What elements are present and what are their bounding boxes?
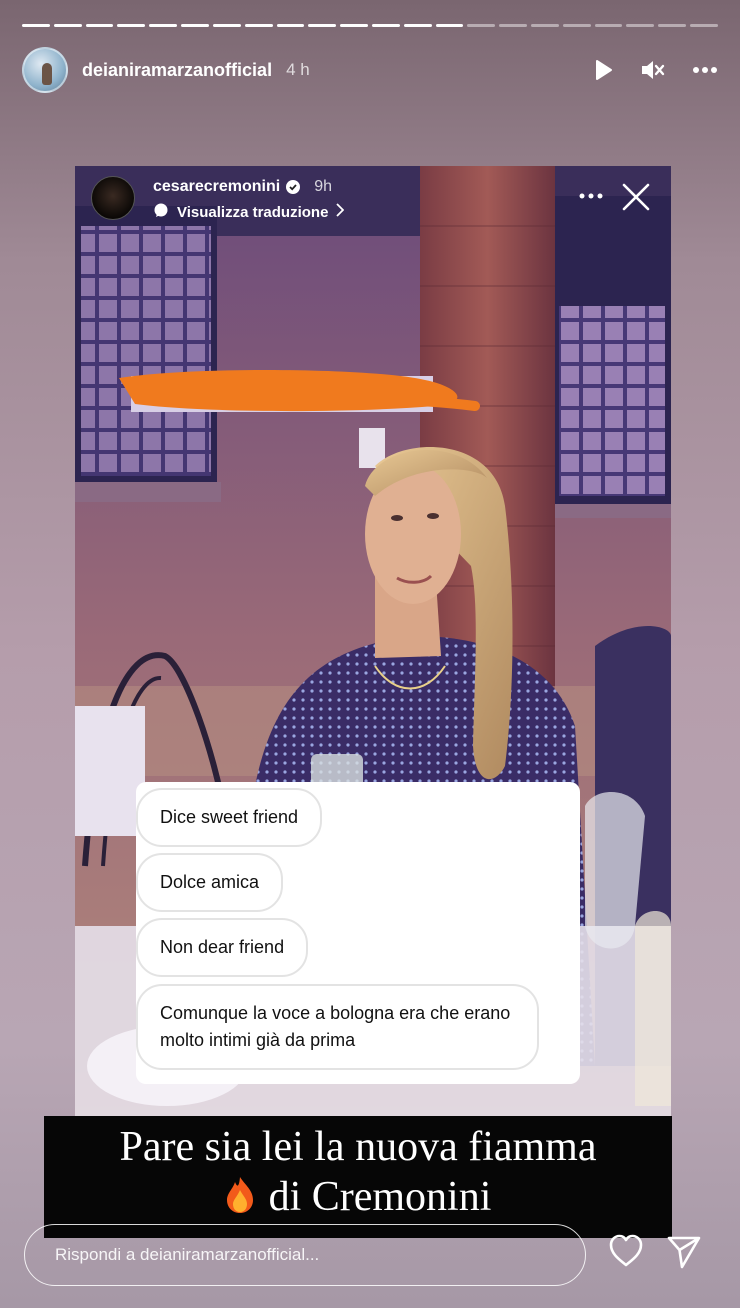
progress-segment <box>371 24 400 27</box>
progress-segment <box>562 24 591 27</box>
message-bubbles-panel: Dice sweet friend Dolce amica Non dear f… <box>136 782 580 1084</box>
message-bubble: Comunque la voce a bologna era che erano… <box>136 984 539 1070</box>
translate-label: Visualizza traduzione <box>177 203 329 221</box>
repost-username[interactable]: cesarecremonini <box>153 178 280 196</box>
repost-time: 9h <box>314 178 332 195</box>
progress-segment <box>340 24 368 27</box>
avatar[interactable] <box>22 47 68 93</box>
progress-segment <box>181 24 209 27</box>
progress-segment <box>117 24 146 27</box>
story-header: deianiramarzanofficial 4 h <box>22 46 718 94</box>
repost-more-icon[interactable] <box>579 186 603 204</box>
story-time: 4 h <box>286 60 310 79</box>
repost-header: cesarecremonini 9h Visualizza traduzione <box>91 172 659 222</box>
translate-link[interactable]: Visualizza traduzione <box>153 202 345 222</box>
chevron-right-icon <box>336 203 345 221</box>
more-icon[interactable] <box>692 66 718 74</box>
story-progress-bar <box>22 24 718 27</box>
message-bubble: Non dear friend <box>136 918 309 977</box>
story-username[interactable]: deianiramarzanofficial <box>82 60 272 81</box>
progress-segment <box>308 24 337 27</box>
message-bubble: Dice sweet friend <box>136 788 323 847</box>
progress-segment <box>594 24 623 27</box>
reply-placeholder: Rispondi a deianiramarzanofficial... <box>55 1245 320 1264</box>
close-icon[interactable] <box>621 182 651 217</box>
progress-segment <box>499 24 527 27</box>
progress-segment <box>212 24 241 27</box>
progress-segment <box>435 24 464 27</box>
progress-segment <box>22 24 50 27</box>
progress-segment <box>403 24 432 27</box>
progress-segment <box>531 24 559 27</box>
heart-icon[interactable] <box>608 1234 644 1273</box>
progress-segment <box>276 24 305 27</box>
caption-line-2: di Cremonini <box>268 1174 492 1220</box>
progress-segment <box>149 24 178 27</box>
progress-segment <box>690 24 718 27</box>
translate-icon <box>153 202 169 222</box>
reply-input[interactable]: Rispondi a deianiramarzanofficial... <box>24 1224 586 1286</box>
verified-icon <box>286 180 301 194</box>
progress-segment <box>658 24 687 27</box>
play-icon[interactable] <box>592 59 614 81</box>
fire-icon <box>225 1176 255 1214</box>
repost-avatar[interactable] <box>91 176 135 220</box>
progress-segment <box>467 24 496 27</box>
caption-line-1: Pare sia lei la nuova fiamma <box>119 1124 597 1170</box>
message-bubble: Dolce amica <box>136 853 284 912</box>
progress-segment <box>85 24 114 27</box>
mute-icon[interactable] <box>640 58 666 82</box>
send-icon[interactable] <box>666 1234 702 1275</box>
progress-segment <box>626 24 655 27</box>
story-caption: Pare sia lei la nuova fiamma di Cremonin… <box>44 1116 672 1238</box>
progress-segment <box>244 24 273 27</box>
progress-segment <box>53 24 82 27</box>
